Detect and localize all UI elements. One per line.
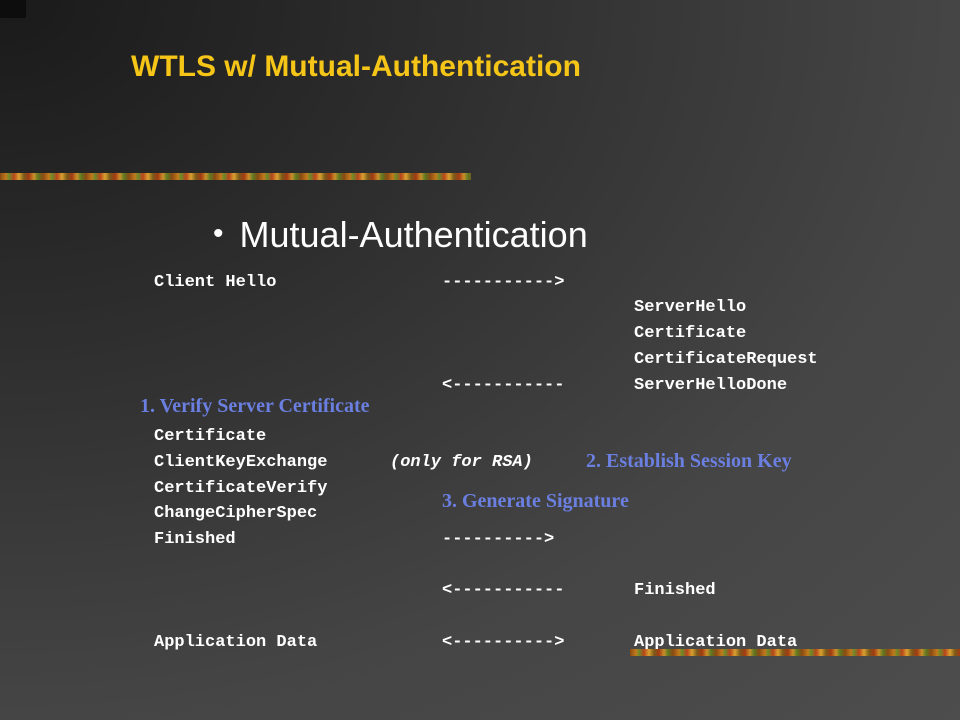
corner-block <box>0 0 26 18</box>
note-generate-signature: 3. Generate Signature <box>442 490 629 512</box>
client-application-data: Application Data <box>154 633 318 652</box>
client-certificate: Certificate <box>154 427 267 446</box>
client-key-exchange: ClientKeyExchange <box>154 453 328 472</box>
arrow-client-finished: ----------> <box>442 530 555 549</box>
decorative-band-bottom <box>630 649 960 656</box>
arrow-client-hello: -----------> <box>442 273 565 292</box>
bullet-text: Mutual-Authentication <box>239 214 588 255</box>
decorative-band-top <box>0 173 471 180</box>
slide-title: WTLS w/ Mutual-Authentication <box>131 50 581 83</box>
bullet-dot-icon: • <box>213 217 224 250</box>
note-establish-session-key: 2. Establish Session Key <box>586 450 792 472</box>
client-change-cipher-spec: ChangeCipherSpec <box>154 504 318 523</box>
arrow-server-finished: <----------- <box>442 581 565 600</box>
key-exchange-note: (only for RSA) <box>390 453 533 472</box>
client-hello: Client Hello <box>154 273 277 292</box>
client-finished: Finished <box>154 530 236 549</box>
bullet-heading: • Mutual-Authentication <box>213 214 588 256</box>
server-certificate: Certificate <box>634 324 747 343</box>
server-finished: Finished <box>634 581 716 600</box>
arrow-application-data: <----------> <box>442 633 565 652</box>
note-verify-server-cert: 1. Verify Server Certificate <box>140 395 370 417</box>
server-hello-done: ServerHelloDone <box>634 376 788 395</box>
server-hello: ServerHello <box>634 298 747 317</box>
arrow-server-hello-done: <----------- <box>442 376 565 395</box>
server-cert-request: CertificateRequest <box>634 350 818 369</box>
client-cert-verify: CertificateVerify <box>154 479 328 498</box>
